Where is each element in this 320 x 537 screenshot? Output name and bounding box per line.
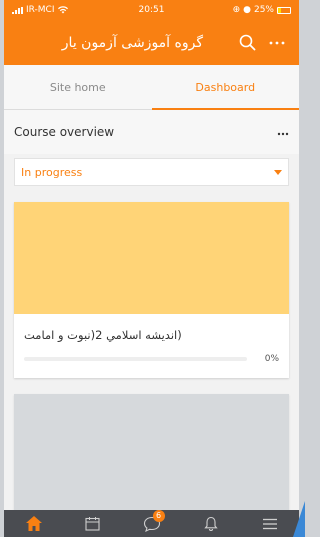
calendar-icon (85, 517, 100, 531)
status-right: ⊕ ● 25% (233, 5, 291, 15)
course-name[interactable]: (اندیشه اسلامي 2(نبوت و امامت (14, 314, 289, 342)
search-icon (239, 34, 255, 51)
progress-track (24, 357, 247, 361)
site-title: گروه آموزشی آزمون یار (61, 34, 203, 51)
course-filter-value: In progress (21, 165, 83, 179)
clock: 20:51 (138, 5, 165, 15)
more-icon (277, 132, 289, 136)
tab-site-home[interactable]: Site home (4, 65, 152, 109)
nav-notifications-button[interactable] (196, 513, 226, 535)
app-bar: گروه آموزشی آزمون یار (4, 20, 299, 65)
status-bar: IR-MCI 20:51 ⊕ ● 25% (4, 0, 299, 20)
phone-screen: IR-MCI 20:51 ⊕ ● 25% گروه آموزشی آزمون ی… (4, 0, 299, 537)
more-icon (269, 41, 285, 44)
course-progress: 0% (14, 342, 289, 378)
course-overview-menu-button[interactable] (277, 124, 289, 140)
progress-percent: 0% (264, 354, 279, 364)
carrier-info: IR-MCI (12, 5, 68, 15)
nav-menu-button[interactable] (255, 513, 285, 535)
wifi-icon (57, 6, 68, 14)
nav-messages-button[interactable]: 6 (137, 509, 167, 535)
course-card-placeholder[interactable] (14, 394, 289, 514)
course-image (14, 202, 289, 314)
course-overview-header: Course overview (4, 110, 299, 154)
lock-rotation-icon: ⊕ (232, 5, 241, 15)
bottom-nav: 6 (4, 509, 299, 537)
signal-icon (12, 6, 23, 14)
carrier-name: IR-MCI (26, 5, 55, 15)
nav-home-button[interactable] (19, 513, 49, 535)
tab-bar: Site home Dashboard (4, 65, 299, 110)
home-icon (25, 516, 42, 531)
tab-dashboard[interactable]: Dashboard (151, 65, 300, 110)
alarm-icon: ● (243, 5, 251, 15)
battery-percent: 25% (253, 5, 274, 15)
course-card[interactable]: (اندیشه اسلامي 2(نبوت و امامت 0% (14, 202, 289, 378)
chevron-down-icon (274, 169, 282, 175)
notifications-icon (203, 516, 218, 531)
messages-badge: 6 (152, 509, 165, 522)
battery-icon (277, 6, 291, 14)
nav-calendar-button[interactable] (78, 513, 108, 535)
course-overview-title: Course overview (14, 125, 115, 139)
more-options-button[interactable] (265, 31, 289, 55)
course-filter-select[interactable]: In progress (14, 158, 289, 186)
corner-decoration (293, 501, 305, 537)
menu-icon (262, 518, 277, 529)
search-button[interactable] (235, 31, 259, 55)
